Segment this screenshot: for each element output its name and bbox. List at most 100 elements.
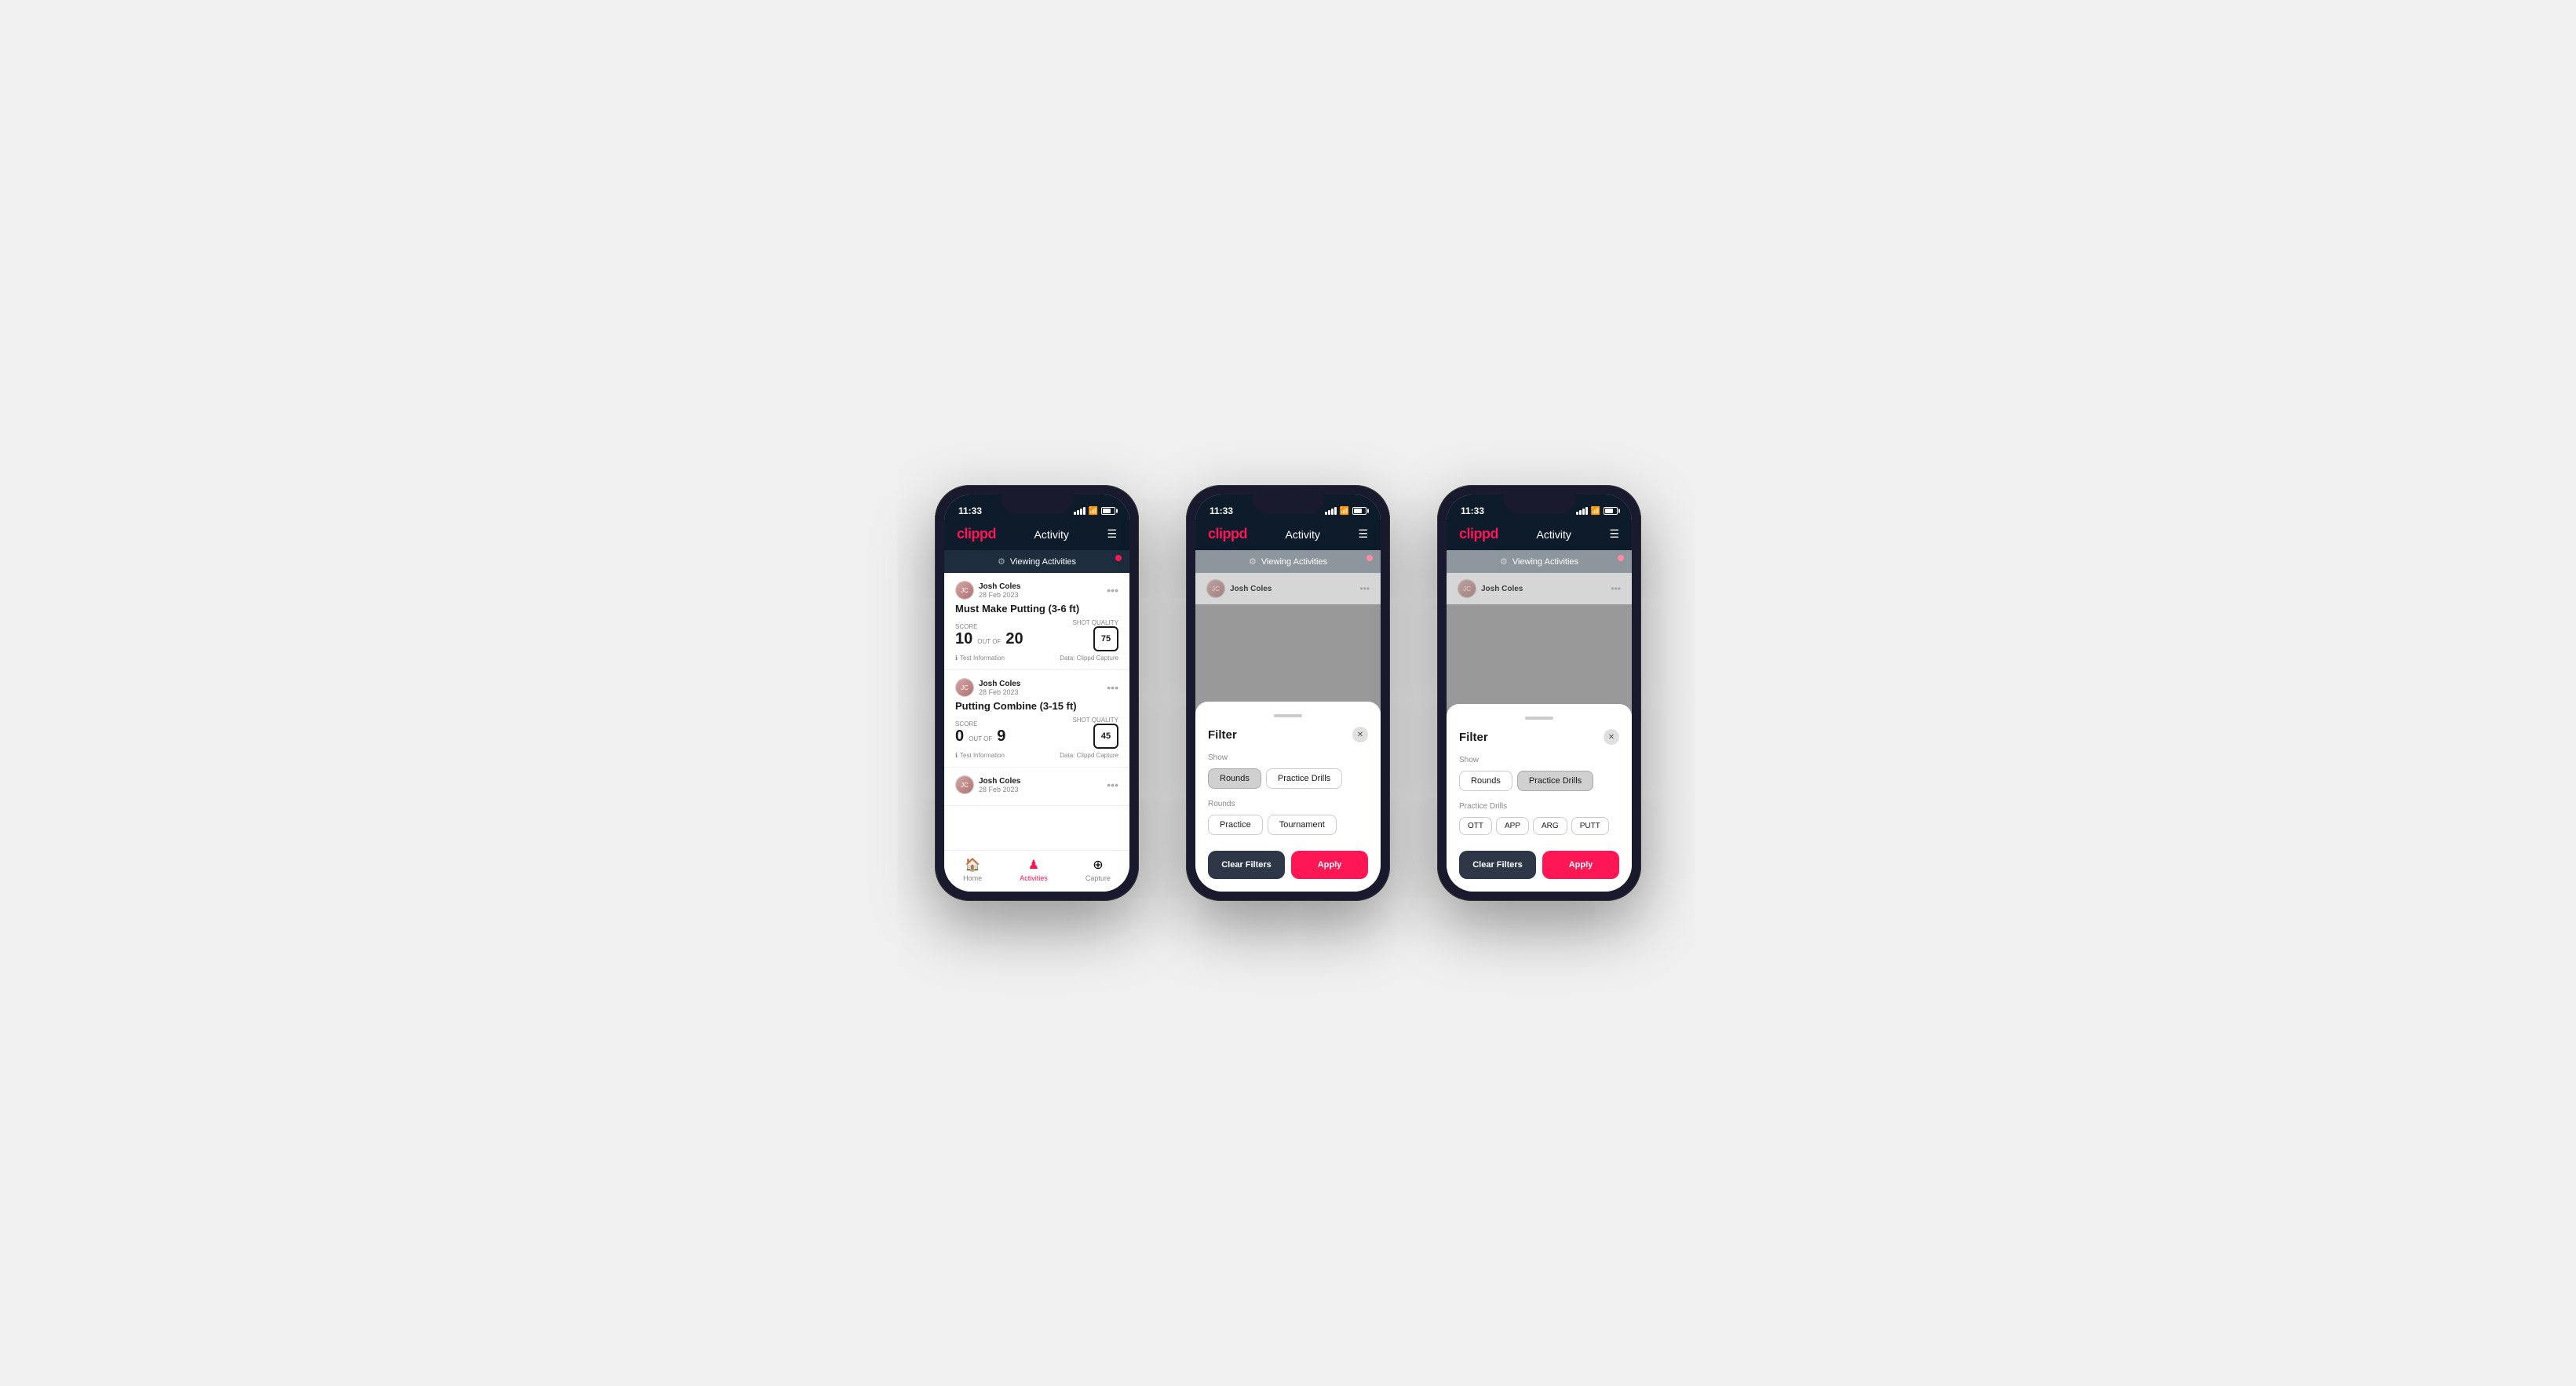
test-info-2: ℹ Test Information (955, 752, 1005, 759)
shot-quality-badge-1: 75 (1093, 626, 1118, 651)
battery-icon-3 (1604, 507, 1618, 515)
close-btn-2[interactable]: ✕ (1352, 727, 1368, 742)
tournament-btn-2[interactable]: Tournament (1268, 815, 1337, 835)
nav-item-home-1[interactable]: 🏠 Home (963, 857, 982, 882)
notch-3 (1504, 494, 1574, 513)
activity-title-2: Putting Combine (3-15 ft) (955, 700, 1118, 712)
signal-bars-1 (1074, 507, 1085, 515)
rounds-btn-3[interactable]: Rounds (1459, 771, 1512, 791)
user-info-1: JC Josh Coles 28 Feb 2023 (955, 581, 1020, 600)
show-buttons-3: Rounds Practice Drills (1459, 771, 1619, 791)
avatar-3: JC (955, 775, 974, 794)
avatar-img-3: JC (956, 776, 973, 793)
score-value-1: 10 (955, 630, 972, 648)
shots-value-1: 20 (1005, 630, 1023, 648)
activity-footer-1: ℹ Test Information Data: Clippd Capture (955, 655, 1118, 662)
shots-value-2: 9 (997, 728, 1005, 746)
clear-filters-btn-3[interactable]: Clear Filters (1459, 851, 1536, 879)
user-name-2: Josh Coles (979, 680, 1020, 688)
screen-2: 11:33 📶 clippd Activity (1195, 494, 1381, 892)
signal-bar-3 (1080, 509, 1082, 515)
screen-1: 11:33 📶 clippd Activity (944, 494, 1129, 892)
putt-tag[interactable]: PUTT (1571, 817, 1609, 835)
activity-title-1: Must Make Putting (3-6 ft) (955, 603, 1118, 615)
practice-drills-btn-3[interactable]: Practice Drills (1517, 771, 1593, 791)
filter-sheet-3: Filter ✕ Show Rounds Practice Drills Pra… (1447, 704, 1632, 892)
rounds-section-label-2: Rounds (1208, 800, 1368, 808)
score-label-2: Score (955, 720, 1005, 728)
viewing-bar-text-1: Viewing Activities (1010, 557, 1076, 567)
header-title-1: Activity (1034, 528, 1069, 541)
info-icon-1: ℹ (955, 655, 958, 662)
status-icons-2: 📶 (1325, 507, 1366, 516)
sheet-header-2: Filter ✕ (1208, 727, 1368, 742)
status-time-2: 11:33 (1210, 505, 1233, 516)
battery-icon-1 (1101, 507, 1115, 515)
score-label-1: Score (955, 623, 1023, 630)
shot-quality-label-1: Shot Quality (1072, 619, 1118, 626)
menu-icon-2[interactable]: ☰ (1358, 527, 1368, 541)
home-label-1: Home (963, 874, 982, 882)
menu-icon-3[interactable]: ☰ (1609, 527, 1619, 541)
rounds-buttons-2: Practice Tournament (1208, 815, 1368, 835)
app-header-1: clippd Activity ☰ (944, 521, 1129, 550)
apply-btn-3[interactable]: Apply (1542, 851, 1619, 879)
avatar-img-2: JC (956, 679, 973, 696)
apply-btn-2[interactable]: Apply (1291, 851, 1368, 879)
header-title-3: Activity (1537, 528, 1571, 541)
close-btn-3[interactable]: ✕ (1604, 729, 1619, 745)
dimmed-bg-3: JC Josh Coles ••• Filter ✕ Show Rounds (1447, 573, 1632, 892)
app-tag[interactable]: APP (1496, 817, 1529, 835)
ott-tag[interactable]: OTT (1459, 817, 1492, 835)
nav-item-capture-1[interactable]: ⊕ Capture (1085, 857, 1111, 882)
clear-filters-btn-2[interactable]: Clear Filters (1208, 851, 1285, 879)
user-details-3: Josh Coles 28 Feb 2023 (979, 777, 1020, 793)
viewing-bar-text-3: Viewing Activities (1512, 557, 1578, 567)
notch-2 (1253, 494, 1323, 513)
score-value-2: 0 (955, 728, 964, 746)
red-dot-2 (1366, 555, 1373, 561)
shot-quality-badge-2: 45 (1093, 724, 1118, 749)
activity-item-1: JC Josh Coles 28 Feb 2023 ••• Must Make … (944, 573, 1129, 670)
user-name-1: Josh Coles (979, 582, 1020, 591)
logo-2: clippd (1208, 526, 1247, 542)
more-dots-1[interactable]: ••• (1107, 584, 1118, 596)
activity-item-2: JC Josh Coles 28 Feb 2023 ••• Putting Co… (944, 670, 1129, 768)
practice-drills-section-label-3: Practice Drills (1459, 802, 1619, 811)
filter-icon-1: ⚙ (998, 556, 1005, 567)
activity-header-2: JC Josh Coles 28 Feb 2023 ••• (955, 678, 1118, 697)
user-date-2: 28 Feb 2023 (979, 688, 1020, 696)
user-details-2: Josh Coles 28 Feb 2023 (979, 680, 1020, 696)
status-time-3: 11:33 (1461, 505, 1484, 516)
info-icon-2: ℹ (955, 752, 958, 759)
user-name-3: Josh Coles (979, 777, 1020, 786)
rounds-btn-2[interactable]: Rounds (1208, 768, 1261, 789)
practice-drills-btn-2[interactable]: Practice Drills (1266, 768, 1342, 789)
viewing-bar-text-2: Viewing Activities (1261, 557, 1327, 567)
red-dot-3 (1618, 555, 1624, 561)
viewing-bar-2: ⚙ Viewing Activities (1195, 550, 1381, 573)
arg-tag[interactable]: ARG (1533, 817, 1567, 835)
signal-bar-4 (1083, 507, 1085, 515)
menu-icon-1[interactable]: ☰ (1107, 527, 1117, 541)
signal-bar-1 (1074, 512, 1076, 515)
viewing-bar-1[interactable]: ⚙ Viewing Activities (944, 550, 1129, 573)
sheet-actions-3: Clear Filters Apply (1459, 851, 1619, 879)
activity-list-1: JC Josh Coles 28 Feb 2023 ••• Must Make … (944, 573, 1129, 850)
nav-item-activities-1[interactable]: ♟ Activities (1020, 857, 1048, 882)
data-source-1: Data: Clippd Capture (1060, 655, 1118, 662)
signal-bars-2 (1325, 507, 1337, 515)
capture-label-1: Capture (1085, 874, 1111, 882)
out-of-1: OUT OF (977, 638, 1001, 645)
more-dots-2[interactable]: ••• (1107, 681, 1118, 694)
show-label-3: Show (1459, 756, 1619, 764)
app-header-2: clippd Activity ☰ (1195, 521, 1381, 550)
practice-round-btn-2[interactable]: Practice (1208, 815, 1263, 835)
sheet-title-2: Filter (1208, 728, 1237, 742)
activity-peek-3: JC Josh Coles ••• (1447, 573, 1632, 604)
activity-header-1: JC Josh Coles 28 Feb 2023 ••• (955, 581, 1118, 600)
user-date-3: 28 Feb 2023 (979, 786, 1020, 793)
screen-3: 11:33 📶 clippd Activity (1447, 494, 1632, 892)
battery-icon-2 (1352, 507, 1366, 515)
more-dots-3[interactable]: ••• (1107, 779, 1118, 791)
